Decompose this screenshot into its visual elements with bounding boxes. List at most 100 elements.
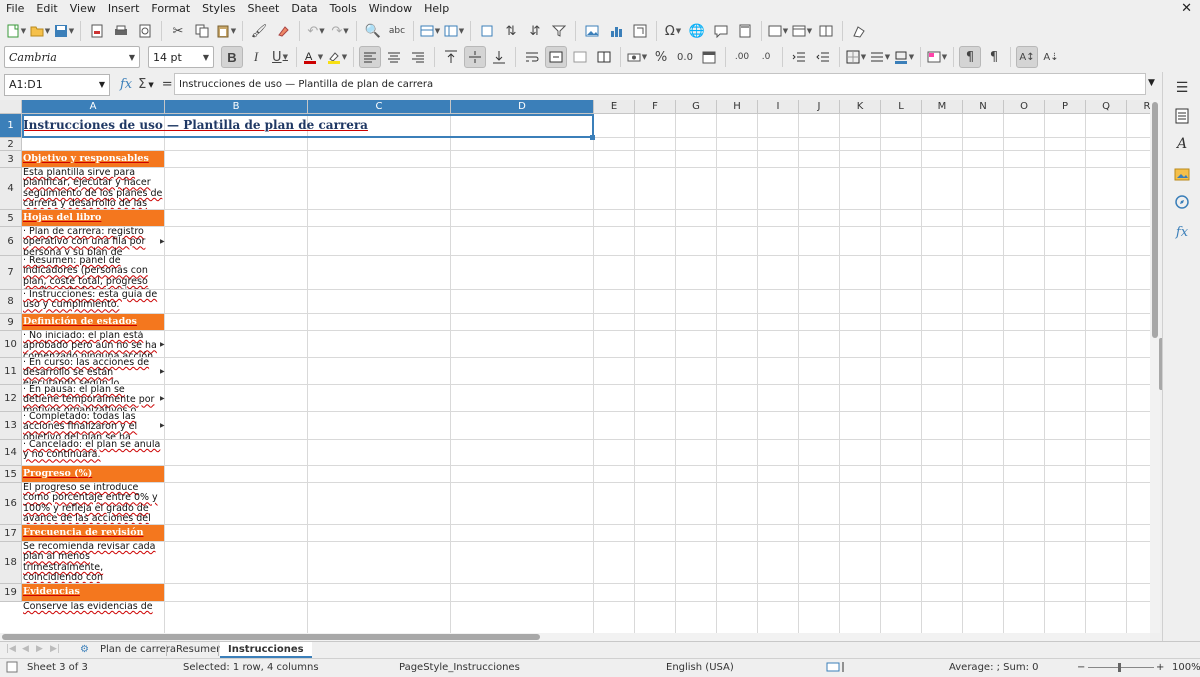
align-top-icon[interactable] [440,46,462,68]
print-icon[interactable] [110,20,132,42]
row-header[interactable]: 7 [0,256,22,290]
autofilter-icon[interactable] [548,20,570,42]
merge-cells-icon[interactable] [569,46,591,68]
menu-data[interactable]: Data [285,0,323,17]
undo-icon[interactable]: ↶ ▼ [305,20,327,42]
zoom-level[interactable]: 100% [1172,661,1200,674]
column-header[interactable]: M [922,100,963,114]
special-character-icon[interactable]: Ω ▼ [662,20,684,42]
spreadsheet-grid[interactable]: ABCDEFGHIJKLMNOPQR 1 2 3 4 5 6 7 8 9 10 11 12 13 14 15… [0,100,1160,633]
bold-button[interactable]: B [221,46,243,68]
menu-view[interactable]: View [64,0,102,17]
hyperlink-icon[interactable]: 🌐 [686,20,708,42]
right-to-left-icon[interactable]: ¶ [983,46,1005,68]
zoom-slider[interactable] [1088,667,1154,668]
align-bottom-icon[interactable] [488,46,510,68]
column-header[interactable]: C [308,100,451,114]
insert-image-icon[interactable] [581,20,603,42]
vertical-scrollbar-thumb[interactable] [1152,102,1158,338]
menu-window[interactable]: Window [363,0,418,17]
properties-icon[interactable] [1172,106,1192,126]
text-cell[interactable]: Esta plantilla sirve para planificar, ej… [22,168,164,209]
column-header[interactable]: P [1045,100,1086,114]
delete-decimal-icon[interactable]: .0 [755,46,777,68]
number-format-icon[interactable]: 0.0 [674,46,696,68]
merge-center-icon[interactable] [545,46,567,68]
text-cell[interactable]: · No iniciado: el plan está aprobado per… [22,331,164,357]
select-all-corner[interactable] [0,100,22,114]
section-header-cell[interactable]: Definición de estados [22,314,164,330]
conditional-format-icon[interactable]: ▼ [926,46,948,68]
text-cell[interactable]: · Completado: todas las acciones finaliz… [22,412,164,439]
new-document-icon[interactable]: ▼ [5,20,27,42]
column-icon[interactable]: ▼ [443,20,465,42]
section-header-cell[interactable]: Progreso (%) [22,466,164,482]
row-header[interactable]: 17 [0,525,22,542]
name-box[interactable]: A1:D1 ▼ [4,73,110,96]
menu-tools[interactable]: Tools [324,0,363,17]
text-cell[interactable]: · En curso: las acciones de desarrollo s… [22,358,164,384]
column-header[interactable]: G [676,100,717,114]
summary-info[interactable]: Average: ; Sum: 0 [949,661,1039,674]
split-window-icon[interactable] [815,20,837,42]
next-sheet-icon[interactable]: ▶ [36,644,43,654]
sum-icon[interactable]: Σ [138,77,146,92]
font-color-icon[interactable]: A ▼ [302,46,324,68]
column-header[interactable]: B [165,100,308,114]
column-header[interactable]: J [799,100,840,114]
define-print-area-icon[interactable]: ▼ [767,20,789,42]
row-header[interactable]: 14 [0,440,22,466]
row-header[interactable]: 9 [0,314,22,331]
align-left-icon[interactable] [359,46,381,68]
row-header[interactable]: 1 [0,114,22,138]
save-icon[interactable]: ▼ [53,20,75,42]
row-header[interactable]: 13 [0,412,22,440]
previous-sheet-icon[interactable]: ◀ [22,644,29,654]
row-header[interactable]: 8 [0,290,22,314]
row-header[interactable]: 12 [0,385,22,412]
first-sheet-icon[interactable]: |◀ [6,644,16,654]
add-sheet-icon[interactable]: ⚙ [80,644,89,655]
text-cell[interactable]: El progreso se introduce como porcentaje… [22,483,164,524]
menu-styles[interactable]: Styles [196,0,241,17]
wrap-text-icon[interactable] [521,46,543,68]
menu-format[interactable]: Format [145,0,196,17]
hamburger-menu-icon[interactable]: ☰ [1172,78,1192,98]
column-header[interactable]: F [635,100,676,114]
pivot-table-icon[interactable] [629,20,651,42]
text-cell[interactable]: · Cancelado: el plan se anula y no conti… [22,440,164,465]
freeze-rows-columns-icon[interactable]: ▼ [791,20,813,42]
currency-format-icon[interactable]: ▼ [626,46,648,68]
increase-indent-icon[interactable] [788,46,810,68]
function-wizard-icon[interactable]: fx [120,77,132,92]
border-color-icon[interactable]: ▼ [893,46,915,68]
functions-icon[interactable]: fx [1172,222,1192,242]
menu-insert[interactable]: Insert [102,0,146,17]
center-vertically-icon[interactable] [464,46,486,68]
column-header[interactable]: D [451,100,594,114]
borders-icon[interactable]: ▼ [845,46,867,68]
column-header[interactable]: N [963,100,1004,114]
section-header-cell[interactable]: Hojas del libro [22,210,164,226]
menu-file[interactable]: File [0,0,30,17]
column-header[interactable]: E [594,100,635,114]
column-header[interactable]: L [881,100,922,114]
horizontal-scrollbar-thumb[interactable] [2,634,540,640]
horizontal-scrollbar[interactable] [0,633,1150,641]
formula-input[interactable]: Instrucciones de uso — Plantilla de plan… [174,73,1146,95]
border-style-icon[interactable]: ▼ [869,46,891,68]
menu-help[interactable]: Help [418,0,455,17]
last-sheet-icon[interactable]: ▶| [50,644,60,654]
column-header[interactable]: Q [1086,100,1127,114]
find-replace-icon[interactable]: 🔍 [362,20,384,42]
row-header[interactable]: 5 [0,210,22,227]
paste-icon[interactable]: ▼ [215,20,237,42]
unmerge-cells-icon[interactable] [593,46,615,68]
sort-ascending-icon[interactable]: ⇅ [500,20,522,42]
sort-icon[interactable] [476,20,498,42]
show-draw-functions-icon[interactable] [848,20,870,42]
headers-footers-icon[interactable] [734,20,756,42]
highlight-color-icon[interactable]: ▼ [326,46,348,68]
row-header[interactable]: 11 [0,358,22,385]
open-folder-icon[interactable]: ▼ [29,20,51,42]
